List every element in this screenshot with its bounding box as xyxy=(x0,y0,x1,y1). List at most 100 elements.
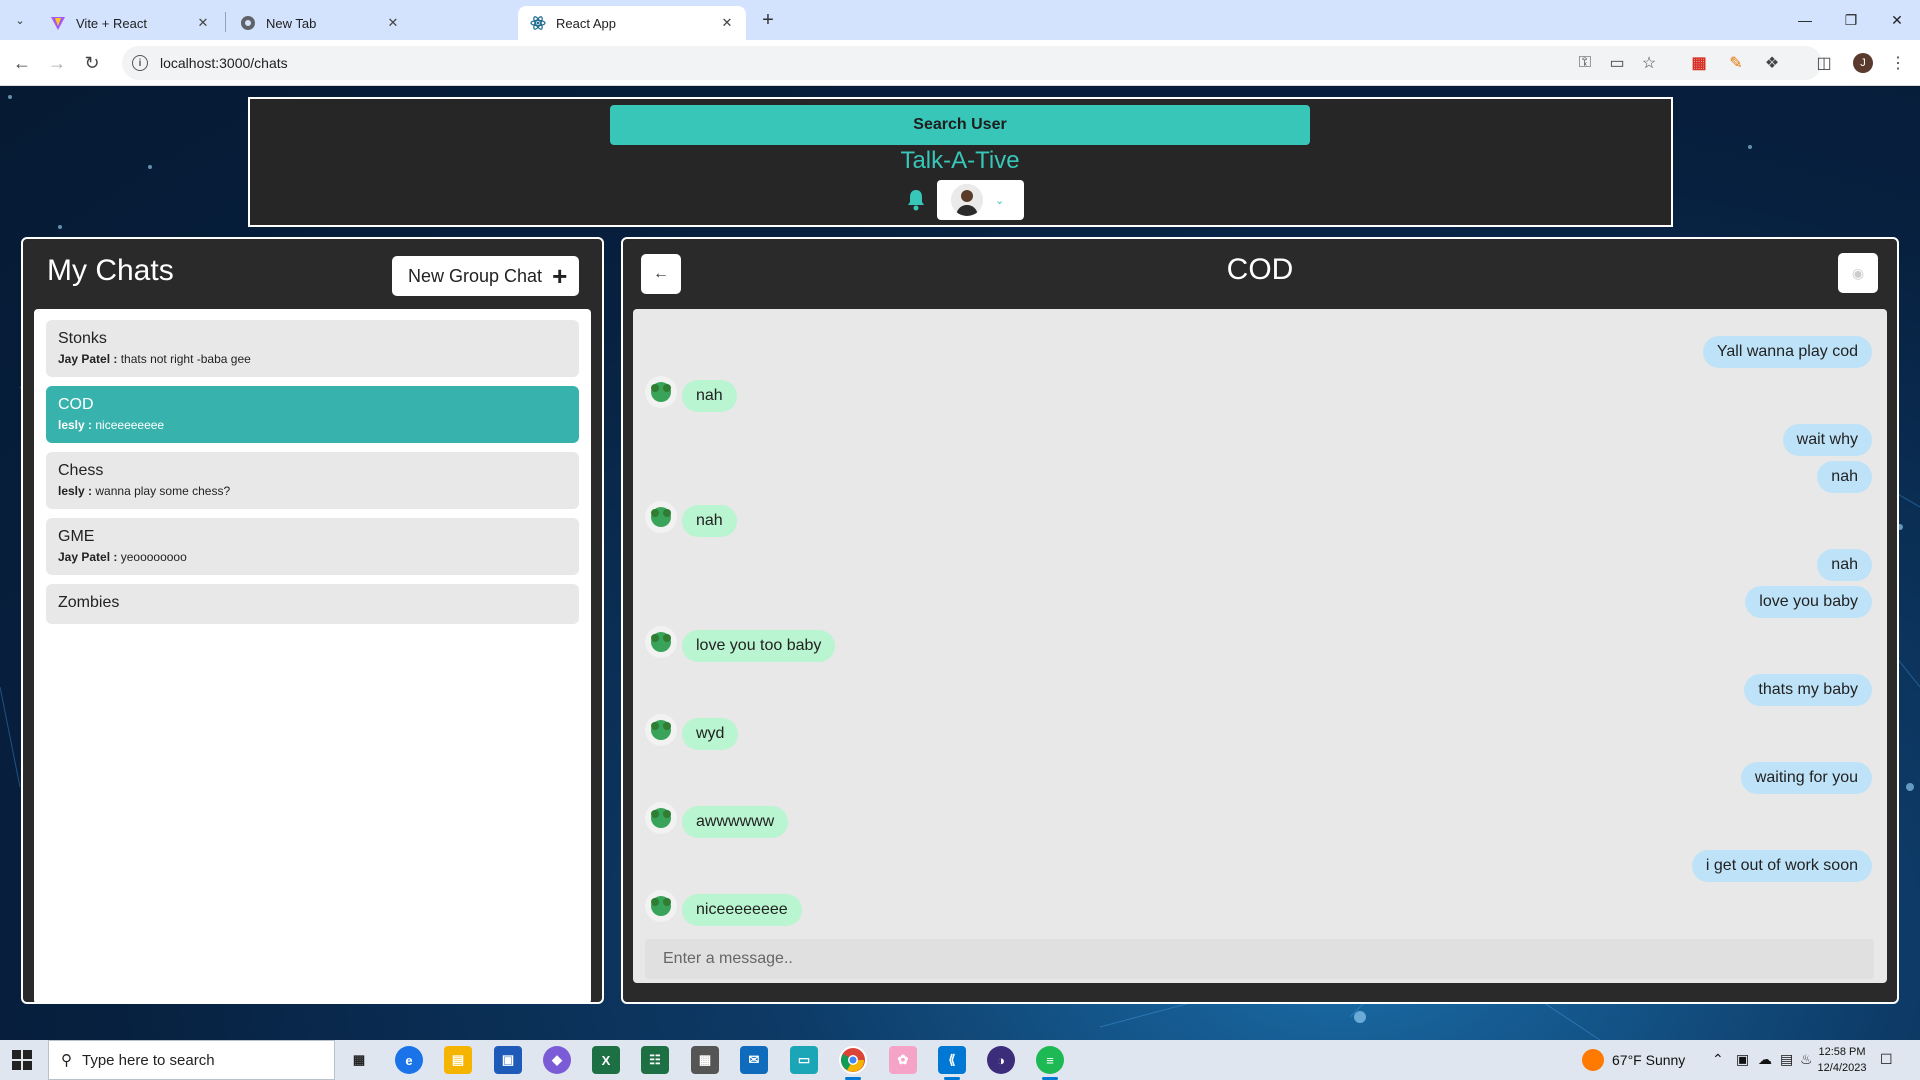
excel-alt-icon[interactable]: ☷ xyxy=(641,1046,669,1074)
reload-icon[interactable]: ↻ xyxy=(78,49,106,77)
message-bubble-me: waiting for you xyxy=(1740,762,1872,794)
tab-react-app[interactable]: React App ✕ xyxy=(518,6,746,40)
latest-sender: Jay Patel : xyxy=(58,550,118,564)
chat-item-cod[interactable]: COD lesly : niceeeeeeee xyxy=(46,386,579,443)
mail-icon[interactable]: ✉ xyxy=(740,1046,768,1074)
install-app-icon[interactable]: ▭ xyxy=(1605,51,1629,75)
chat-title: COD xyxy=(1226,253,1294,286)
close-icon[interactable]: ✕ xyxy=(718,14,736,32)
react-favicon-icon xyxy=(530,15,546,31)
url-text[interactable]: localhost:3000/chats xyxy=(160,55,288,71)
sender-avatar xyxy=(645,626,677,658)
tab-vite-react[interactable]: Vite + React ✕ xyxy=(38,6,222,40)
profile-menu-button[interactable]: ⌄ xyxy=(937,180,1024,220)
meet-now-icon[interactable]: ▣ xyxy=(1736,1051,1749,1068)
onedrive-icon[interactable]: ☁ xyxy=(1758,1051,1772,1068)
color-picker-icon[interactable]: ✎ xyxy=(1724,51,1748,75)
notifications-icon[interactable]: ☐ xyxy=(1880,1051,1893,1068)
clock-date: 12/4/2023 xyxy=(1817,1062,1867,1074)
close-icon[interactable]: ✕ xyxy=(384,14,402,32)
close-icon[interactable]: ✕ xyxy=(194,14,212,32)
chat-item-stonks[interactable]: Stonks Jay Patel : thats not right -baba… xyxy=(46,320,579,377)
my-chats-title: My Chats xyxy=(47,254,174,287)
forward-arrow-icon[interactable]: → xyxy=(43,49,71,77)
message-bubble-them: nah xyxy=(682,505,737,537)
chat-name: GME xyxy=(58,528,95,545)
tab-title: New Tab xyxy=(266,15,317,31)
message-bubble-them: love you too baby xyxy=(682,630,836,662)
eclipse-icon[interactable]: ◑ xyxy=(987,1046,1015,1074)
new-group-chat-label: New Group Chat xyxy=(408,265,543,286)
search-icon: ⚲ xyxy=(61,1052,72,1069)
latest-sender: Jay Patel : xyxy=(58,352,118,366)
new-group-chat-button[interactable]: New Group Chat + xyxy=(392,256,579,296)
sender-avatar xyxy=(645,376,677,408)
message-bubble-them: wyd xyxy=(682,718,739,750)
tab-search-chevron-icon[interactable]: ⌄ xyxy=(8,8,32,32)
chat-name: Chess xyxy=(58,462,104,479)
weather-text[interactable]: 67°F Sunny xyxy=(1612,1052,1685,1068)
browser-tab-strip: ⌄ Vite + React ✕ New Tab ✕ React App ✕ +… xyxy=(0,0,1920,40)
windows-start-icon[interactable] xyxy=(12,1050,32,1070)
bookmark-star-icon[interactable]: ☆ xyxy=(1637,51,1661,75)
restore-icon[interactable]: ❐ xyxy=(1828,0,1874,40)
side-panel-icon[interactable]: ◫ xyxy=(1812,51,1836,75)
clock[interactable]: 12:58 PM 12/4/2023 xyxy=(1810,1044,1874,1076)
file-explorer-icon[interactable]: ▤ xyxy=(444,1046,472,1074)
notification-bell-icon[interactable] xyxy=(905,188,927,212)
view-profile-eye-icon[interactable]: ◉ xyxy=(1838,253,1878,293)
app-title: Talk-A-Tive xyxy=(900,147,1020,174)
chat-latest-message: lesly : niceeeeeeee xyxy=(58,418,567,432)
vite-favicon-icon xyxy=(50,15,66,31)
back-arrow-icon[interactable]: ← xyxy=(8,49,36,77)
message-bubble-me: wait why xyxy=(1782,424,1872,456)
search-user-button[interactable]: Search User xyxy=(610,105,1310,145)
chat-item-chess[interactable]: Chess lesly : wanna play some chess? xyxy=(46,452,579,509)
vscode-icon[interactable]: ⟪ xyxy=(938,1046,966,1080)
message-bubble-me: thats my baby xyxy=(1744,674,1872,706)
tray-chevron-icon[interactable]: ⌃ xyxy=(1712,1051,1724,1068)
message-input[interactable] xyxy=(645,939,1874,979)
taskbar-search-box[interactable]: ⚲ Type here to search xyxy=(48,1040,335,1080)
network-icon[interactable]: ▤ xyxy=(1780,1051,1793,1068)
app-pinwheel-icon[interactable]: ✿ xyxy=(889,1046,917,1074)
app-purple-icon[interactable]: ◆ xyxy=(543,1046,571,1074)
message-bubble-me: nah xyxy=(1817,461,1872,493)
edge-icon[interactable]: e xyxy=(395,1046,423,1074)
latest-text: thats not right -baba gee xyxy=(120,352,251,366)
site-info-icon[interactable]: i xyxy=(132,55,148,71)
profile-avatar[interactable]: J xyxy=(1853,53,1873,73)
excel-icon[interactable]: X xyxy=(592,1046,620,1074)
message-bubble-me: love you baby xyxy=(1745,586,1872,618)
sender-avatar xyxy=(645,802,677,834)
kebab-menu-icon[interactable]: ⋮ xyxy=(1886,51,1910,75)
message-bubble-me: Yall wanna play cod xyxy=(1702,336,1872,368)
windows-taskbar: ⚲ Type here to search ▦ e ▤ ▣ ◆ X ☷ ▦ ✉ … xyxy=(0,1040,1920,1080)
chrome-icon[interactable] xyxy=(839,1046,867,1080)
back-arrow-button[interactable]: ← xyxy=(641,254,681,294)
sender-avatar xyxy=(645,501,677,533)
address-bar[interactable]: i localhost:3000/chats xyxy=(122,46,1822,80)
calculator-icon[interactable]: ▦ xyxy=(691,1046,719,1074)
extensions-puzzle-icon[interactable]: ❖ xyxy=(1760,51,1784,75)
message-bubble-me: i get out of work soon xyxy=(1691,850,1872,882)
chat-name: Zombies xyxy=(58,594,120,611)
latest-text: yeoooooooo xyxy=(120,550,187,564)
extension-icon[interactable]: ▦ xyxy=(1687,51,1711,75)
remote-desktop-icon[interactable]: ▭ xyxy=(790,1046,818,1074)
minimize-icon[interactable]: — xyxy=(1782,0,1828,40)
store-icon[interactable]: ▣ xyxy=(494,1046,522,1074)
window-close-icon[interactable]: ✕ xyxy=(1874,0,1920,40)
weather-icon[interactable] xyxy=(1582,1049,1604,1071)
chat-item-zombies[interactable]: Zombies xyxy=(46,584,579,624)
sender-avatar xyxy=(645,714,677,746)
tab-new-tab[interactable]: New Tab ✕ xyxy=(228,6,412,40)
chrome-favicon-icon xyxy=(240,15,256,31)
new-tab-plus-icon[interactable]: + xyxy=(756,8,780,32)
task-view-icon[interactable]: ▦ xyxy=(345,1046,373,1074)
chat-item-gme[interactable]: GME Jay Patel : yeoooooooo xyxy=(46,518,579,575)
spotify-icon[interactable]: ≡ xyxy=(1036,1046,1064,1080)
message-bubble-them: niceeeeeeee xyxy=(682,894,802,926)
password-key-icon[interactable]: ⚿ xyxy=(1573,51,1597,75)
chat-name: COD xyxy=(58,396,94,413)
